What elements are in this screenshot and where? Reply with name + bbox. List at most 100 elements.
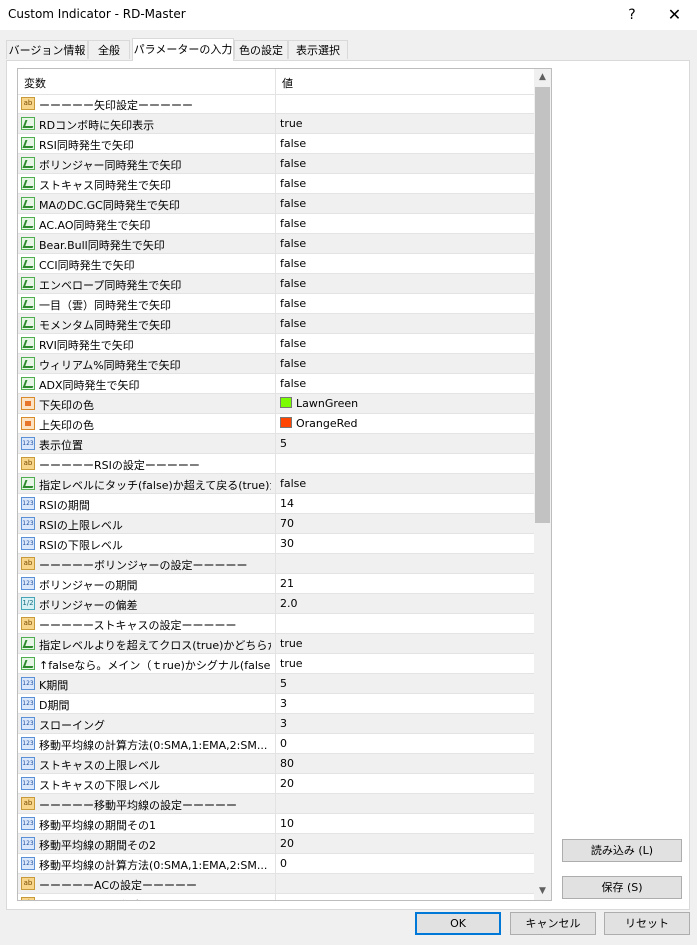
table-row[interactable]: ab ーーーーーボリンジャーの設定ーーーーー: [18, 554, 534, 574]
param-value[interactable]: false: [280, 477, 306, 490]
param-value[interactable]: true: [280, 657, 303, 670]
table-row[interactable]: 指定レベルにタッチ(false)か超えて戻る(true)か false: [18, 474, 534, 494]
table-row[interactable]: ab ーーーーーACの設定ーーーーー: [18, 874, 534, 894]
table-row[interactable]: ボリンジャー同時発生で矢印 false: [18, 154, 534, 174]
param-value[interactable]: OrangeRed: [280, 417, 358, 430]
param-value[interactable]: 5: [280, 437, 287, 450]
table-row[interactable]: エンベロープ同時発生で矢印 false: [18, 274, 534, 294]
table-row[interactable]: 123 移動平均線の期間その2 20: [18, 834, 534, 854]
param-value[interactable]: 80: [280, 757, 294, 770]
scroll-up-arrow-icon[interactable]: ▲: [534, 69, 551, 86]
table-row[interactable]: 上矢印の色 OrangeRed: [18, 414, 534, 434]
load-button[interactable]: 読み込み (L): [562, 839, 682, 862]
table-row[interactable]: CCI同時発生で矢印 false: [18, 254, 534, 274]
param-value[interactable]: true: [280, 637, 303, 650]
param-value[interactable]: false: [280, 317, 306, 330]
table-row[interactable]: 123 移動平均線の期間その1 10: [18, 814, 534, 834]
param-value[interactable]: 30: [280, 537, 294, 550]
param-value[interactable]: false: [280, 297, 306, 310]
table-row[interactable]: ADX同時発生で矢印 false: [18, 374, 534, 394]
param-value[interactable]: false: [280, 217, 306, 230]
table-row[interactable]: MAのDC.GC同時発生で矢印 false: [18, 194, 534, 214]
param-value[interactable]: 10: [280, 817, 294, 830]
table-row[interactable]: ↑falseなら。メイン（ｔrue)かシグナル(false)か true: [18, 654, 534, 674]
table-row[interactable]: 123 RSIの下限レベル 30: [18, 534, 534, 554]
table-row[interactable]: 123 ストキャスの下限レベル 20: [18, 774, 534, 794]
scroll-down-arrow-icon[interactable]: ▼: [534, 883, 551, 900]
param-value[interactable]: false: [280, 177, 306, 190]
table-row[interactable]: ab ーーーーー移動平均線の設定ーーーーー: [18, 794, 534, 814]
param-value[interactable]: LawnGreen: [280, 397, 358, 410]
tab-parameter-input[interactable]: パラメーターの入力: [132, 38, 234, 61]
column-header-variable[interactable]: 変数: [24, 75, 46, 91]
table-row[interactable]: 123 表示位置 5: [18, 434, 534, 454]
table-row[interactable]: 一目（雲）同時発生で矢印 false: [18, 294, 534, 314]
table-row[interactable]: 123 K期間 5: [18, 674, 534, 694]
param-value[interactable]: false: [280, 197, 306, 210]
tab-color-settings[interactable]: 色の設定: [234, 40, 288, 59]
ok-button[interactable]: OK: [415, 912, 501, 935]
table-row[interactable]: ab ーーーーーRSIの設定ーーーーー: [18, 454, 534, 474]
table-row[interactable]: ab ーーーーー矢印設定ーーーーー: [18, 94, 534, 114]
param-value[interactable]: false: [280, 237, 306, 250]
param-value[interactable]: false: [280, 357, 306, 370]
table-row[interactable]: モメンタム同時発生で矢印 false: [18, 314, 534, 334]
param-value[interactable]: 14: [280, 497, 294, 510]
bool-param-icon: [21, 277, 35, 290]
reset-button[interactable]: リセット: [604, 912, 690, 935]
table-row[interactable]: 123 ボリンジャーの期間 21: [18, 574, 534, 594]
param-value[interactable]: 70: [280, 517, 294, 530]
table-row[interactable]: ab ーーーーーAOの設定ーーーーー: [18, 894, 534, 900]
param-value[interactable]: 20: [280, 777, 294, 790]
param-value[interactable]: false: [280, 257, 306, 270]
table-row[interactable]: AC.AO同時発生で矢印 false: [18, 214, 534, 234]
param-value[interactable]: false: [280, 337, 306, 350]
table-row[interactable]: 123 移動平均線の計算方法(0:SMA,1:EMA,2:SM... 0: [18, 854, 534, 874]
column-divider[interactable]: [275, 69, 276, 94]
color-swatch[interactable]: [280, 417, 292, 428]
table-row[interactable]: 1/2 ボリンジャーの偏差 2.0: [18, 594, 534, 614]
close-button[interactable]: ✕: [652, 0, 697, 30]
table-row[interactable]: 123 ストキャスの上限レベル 80: [18, 754, 534, 774]
tab-display-selection[interactable]: 表示選択: [288, 40, 348, 59]
help-button[interactable]: ?: [612, 0, 652, 30]
table-row[interactable]: ab ーーーーーストキャスの設定ーーーーー: [18, 614, 534, 634]
tab-general[interactable]: 全般: [88, 40, 130, 59]
table-row[interactable]: ストキャス同時発生で矢印 false: [18, 174, 534, 194]
table-row[interactable]: 123 移動平均線の計算方法(0:SMA,1:EMA,2:SM... 0: [18, 734, 534, 754]
table-row[interactable]: RDコンボ時に矢印表示 true: [18, 114, 534, 134]
column-header-value[interactable]: 値: [282, 75, 293, 91]
table-row[interactable]: 123 RSIの期間 14: [18, 494, 534, 514]
color-swatch[interactable]: [280, 397, 292, 408]
table-row[interactable]: 123 RSIの上限レベル 70: [18, 514, 534, 534]
param-value[interactable]: 3: [280, 717, 287, 730]
cancel-button[interactable]: キャンセル: [510, 912, 596, 935]
param-value[interactable]: 0: [280, 857, 287, 870]
param-value[interactable]: false: [280, 377, 306, 390]
cell-divider: [275, 654, 276, 673]
table-row[interactable]: 123 スローイング 3: [18, 714, 534, 734]
param-value[interactable]: 21: [280, 577, 294, 590]
param-value[interactable]: false: [280, 137, 306, 150]
save-button[interactable]: 保存 (S): [562, 876, 682, 899]
param-value[interactable]: 5: [280, 677, 287, 690]
table-row[interactable]: ウィリアム%同時発生で矢印 false: [18, 354, 534, 374]
vertical-scrollbar[interactable]: ▲ ▼: [534, 69, 551, 900]
param-value[interactable]: 0: [280, 737, 287, 750]
table-row[interactable]: 123 D期間 3: [18, 694, 534, 714]
param-value[interactable]: true: [280, 117, 303, 130]
table-row[interactable]: 下矢印の色 LawnGreen: [18, 394, 534, 414]
bool-param-icon: [21, 377, 35, 390]
param-value[interactable]: 20: [280, 837, 294, 850]
table-row[interactable]: RSI同時発生で矢印 false: [18, 134, 534, 154]
param-value[interactable]: false: [280, 157, 306, 170]
table-row[interactable]: 指定レベルよりを超えてクロス(true)かどちらかの... true: [18, 634, 534, 654]
param-value[interactable]: 3: [280, 697, 287, 710]
tab-version-info[interactable]: バージョン情報: [6, 40, 88, 59]
scrollbar-thumb[interactable]: [535, 87, 550, 523]
table-row[interactable]: Bear.Bull同時発生で矢印 false: [18, 234, 534, 254]
table-row[interactable]: RVI同時発生で矢印 false: [18, 334, 534, 354]
cell-divider: [275, 514, 276, 533]
param-value[interactable]: 2.0: [280, 597, 298, 610]
param-value[interactable]: false: [280, 277, 306, 290]
